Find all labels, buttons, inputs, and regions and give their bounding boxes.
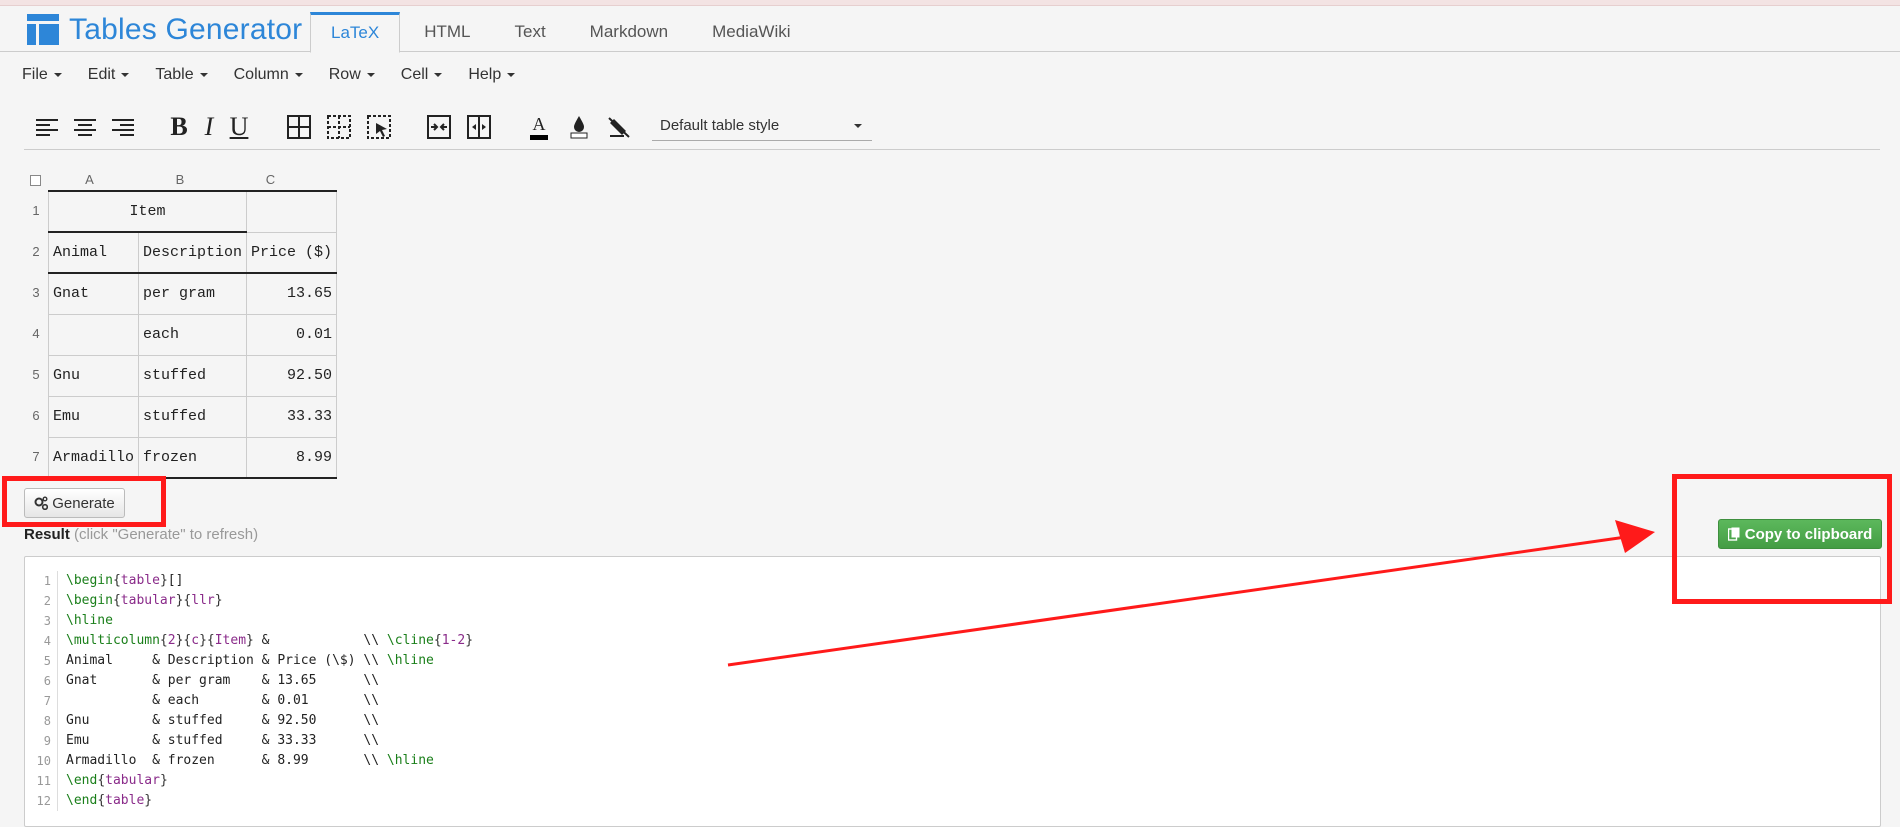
annotation-arrow — [727, 520, 1655, 667]
